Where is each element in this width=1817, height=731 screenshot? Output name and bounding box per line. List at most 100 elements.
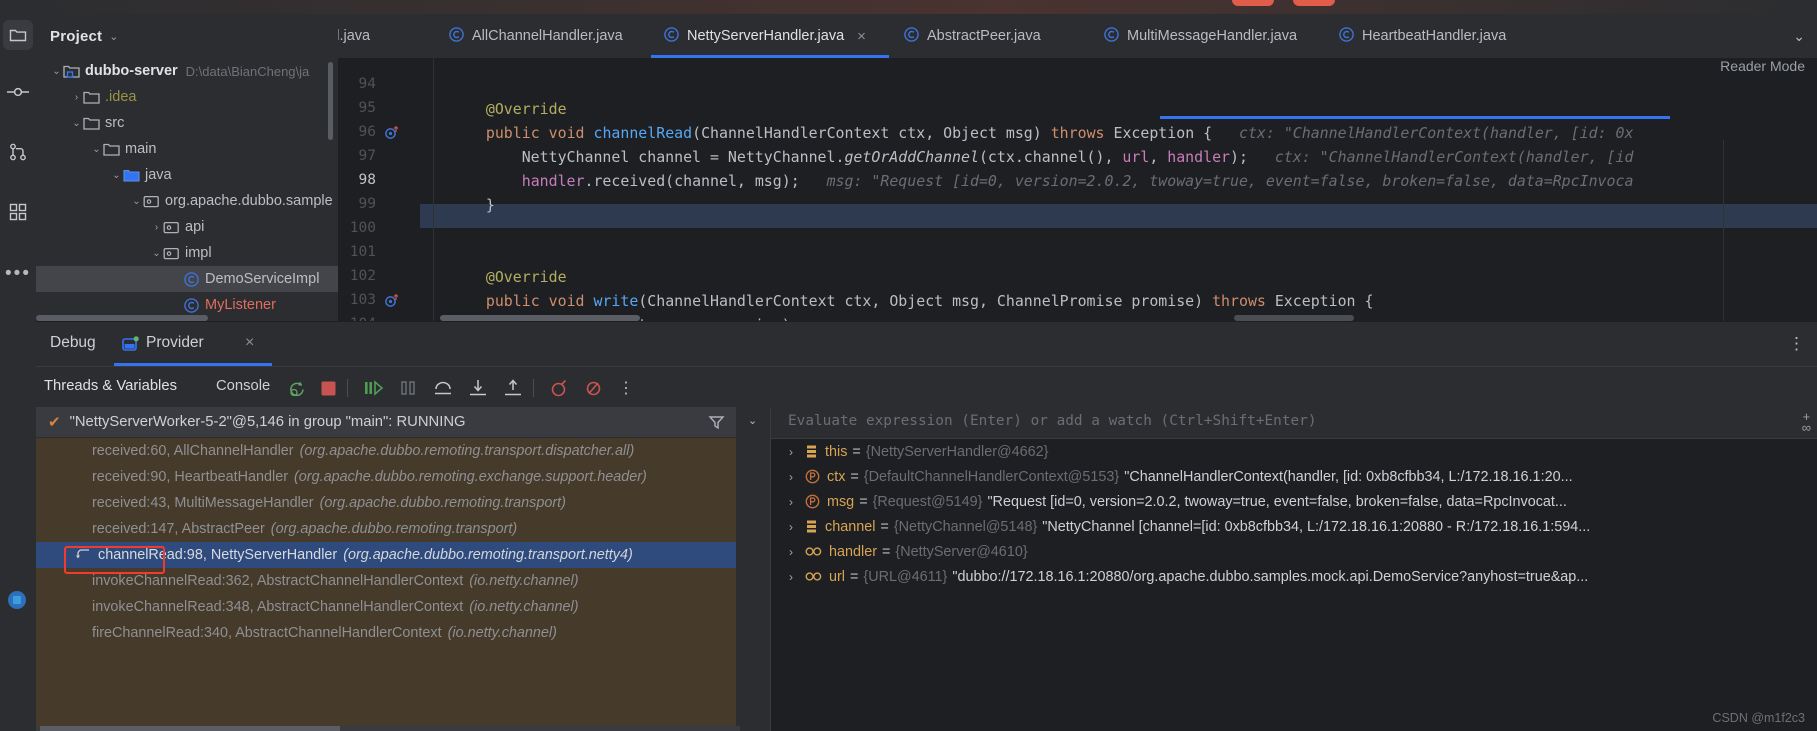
chevron-down-icon[interactable]: ⌄ xyxy=(70,118,83,129)
project-tree[interactable]: ⌄ dubbo-server D:\data\BianCheng\ja › .idea ⌄… xyxy=(36,58,338,321)
frame-row-current[interactable]: channelRead:98, NettyServerHandler (org.a… xyxy=(36,542,736,568)
code-editor[interactable]: 94 95 96 97 98 99 100 101 102 103 104 @Override pu… xyxy=(338,58,1817,321)
tree-item[interactable]: ⌄ src xyxy=(36,110,338,136)
project-tree-scrollbar[interactable] xyxy=(328,62,333,140)
editor-tab[interactable]: MultiMessageHandler.java xyxy=(1103,14,1297,58)
resume-program-button[interactable] xyxy=(361,376,385,400)
commit-tool-icon[interactable] xyxy=(0,72,36,112)
chevron-right-icon[interactable]: › xyxy=(789,445,805,459)
tab-debug[interactable]: Debug xyxy=(50,334,96,352)
project-tree-hscrollbar[interactable] xyxy=(36,315,208,321)
override-marker-icon[interactable] xyxy=(384,293,399,313)
variable-row[interactable]: › this = {NettyServerHandler@4662} xyxy=(771,439,1817,464)
editor-tab-bar[interactable]: ⌄ eImpl.java AllChannelHandler.java NettyS… xyxy=(338,14,1817,58)
tab-overflow-chevron-icon[interactable]: ⌄ xyxy=(1793,28,1805,45)
chevron-right-icon[interactable]: › xyxy=(789,470,805,484)
view-breakpoints-button[interactable] xyxy=(546,376,570,400)
editor-tab[interactable]: HeartbeatHandler.java xyxy=(1338,14,1506,58)
folder-icon xyxy=(103,142,120,157)
reader-mode-label[interactable]: Reader Mode xyxy=(1720,58,1805,74)
frame-row[interactable]: received:60, AllChannelHandler (org.apach… xyxy=(36,438,736,464)
editor-hscrollbar-secondary[interactable] xyxy=(1234,315,1354,321)
frame-package: (org.apache.dubbo.remoting.transport) xyxy=(270,521,518,537)
chevron-down-icon[interactable]: ⌄ xyxy=(50,66,63,77)
variable-row[interactable]: › handler = {NettyServer@4610} xyxy=(771,539,1817,564)
frames-list[interactable]: received:60, AllChannelHandler (org.apach… xyxy=(36,438,736,731)
tree-item[interactable]: › .idea xyxy=(36,84,338,110)
code-line[interactable]: } xyxy=(450,196,495,214)
chevron-down-icon[interactable]: ⌄ xyxy=(109,30,118,43)
more-options-button[interactable]: ⋮ xyxy=(614,376,638,400)
evaluate-expression-bar[interactable]: Evaluate expression (Enter) or add a wat… xyxy=(771,407,1817,438)
editor-gutter[interactable]: 94 95 96 97 98 99 100 101 102 103 104 xyxy=(338,58,420,321)
chevron-right-icon[interactable]: › xyxy=(70,92,83,103)
code-line[interactable]: handler.received(channel, msg); msg: "Re… xyxy=(450,172,1634,190)
chevron-right-icon[interactable]: › xyxy=(789,520,805,534)
pull-requests-icon[interactable] xyxy=(0,132,36,172)
toolbar-divider-1 xyxy=(347,379,348,397)
tree-item[interactable]: › api xyxy=(36,214,338,240)
thread-selector-row[interactable]: ✔ "NettyServerWorker-5-2"@5,146 in group… xyxy=(36,407,736,437)
step-out-button[interactable] xyxy=(501,376,525,400)
close-icon[interactable]: × xyxy=(857,28,866,45)
variables-tree[interactable]: › this = {NettyServerHandler@4662} › ctx = {Def… xyxy=(771,439,1817,731)
variable-row[interactable]: › msg = {Request@5149} "Request [id=0, versi… xyxy=(771,489,1817,514)
more-tool-windows-icon[interactable]: ••• xyxy=(0,254,36,294)
package-icon xyxy=(143,194,160,209)
code-line[interactable]: @Override xyxy=(450,100,567,118)
tab-console[interactable]: Console xyxy=(216,378,270,394)
frame-row[interactable]: fireChannelRead:340, AbstractChannelHand… xyxy=(36,620,736,646)
frame-row[interactable]: received:90, HeartbeatHandler (org.apache… xyxy=(36,464,736,490)
project-tool-icon[interactable] xyxy=(3,20,33,50)
close-icon[interactable]: × xyxy=(245,334,254,352)
variable-row[interactable]: › url = {URL@4611} "dubbo://172.18.16.1:2088… xyxy=(771,564,1817,589)
tree-item[interactable]: ⌄ main xyxy=(36,136,338,162)
frame-row[interactable]: received:43, MultiMessageHandler (org.apa… xyxy=(36,490,736,516)
rerun-debug-button[interactable] xyxy=(284,376,308,400)
editor-tab[interactable]: AbstractPeer.java xyxy=(903,14,1041,58)
folder-icon xyxy=(83,90,100,105)
chevron-right-icon[interactable]: › xyxy=(150,222,163,233)
editor-tab[interactable]: eImpl.java xyxy=(338,14,370,58)
chevron-down-icon[interactable]: ⌄ xyxy=(110,170,123,181)
editor-tab[interactable]: AllChannelHandler.java xyxy=(448,14,623,58)
chevron-right-icon[interactable]: › xyxy=(789,570,805,584)
tab-threads-and-variables[interactable]: Threads & Variables xyxy=(44,378,177,394)
chevron-down-icon[interactable]: ⌄ xyxy=(150,248,163,259)
pause-program-button[interactable] xyxy=(396,376,420,400)
tree-item[interactable]: ⌄ org.apache.dubbo.sample xyxy=(36,188,338,214)
override-marker-icon[interactable] xyxy=(384,125,399,145)
code-line[interactable]: public void write(ChannelHandlerContext … xyxy=(450,292,1374,310)
tab-provider[interactable]: Provider xyxy=(146,334,204,352)
tree-item[interactable]: ⌄ impl xyxy=(36,240,338,266)
thread-dropdown-chevron-icon[interactable]: ⌄ xyxy=(748,414,757,427)
code-line[interactable]: NettyChannel channel = NettyChannel.getO… xyxy=(450,148,1634,166)
editor-hscrollbar[interactable] xyxy=(440,315,640,321)
thread-status-check-icon: ✔ xyxy=(48,414,61,431)
frames-hscrollbar-thumb[interactable] xyxy=(40,726,340,731)
code-line[interactable]: @Override xyxy=(450,268,567,286)
step-into-button[interactable] xyxy=(466,376,490,400)
stop-button[interactable] xyxy=(316,376,340,400)
frame-row[interactable]: received:147, AbstractPeer (org.apache.du… xyxy=(36,516,736,542)
variable-row[interactable]: › ctx = {DefaultChannelHandlerContext@5153}… xyxy=(771,464,1817,489)
add-watch-icon[interactable]: + ∞ xyxy=(1802,410,1811,434)
tree-item[interactable]: ⌄ dubbo-server D:\data\BianCheng\ja xyxy=(36,58,338,84)
mute-breakpoints-button[interactable] xyxy=(581,376,605,400)
chevron-right-icon[interactable]: › xyxy=(789,495,805,509)
filter-frames-icon[interactable] xyxy=(708,414,725,436)
chevron-down-icon[interactable]: ⌄ xyxy=(90,144,103,155)
chevron-right-icon[interactable]: › xyxy=(789,545,805,559)
variable-row[interactable]: › channel = {NettyChannel@5148} "NettyChanne… xyxy=(771,514,1817,539)
tree-item[interactable]: ⌄ java xyxy=(36,162,338,188)
editor-tab[interactable]: NettyServerHandler.java × xyxy=(663,14,866,58)
tree-item-selected[interactable]: ›DemoServiceImpl xyxy=(36,266,338,292)
step-over-button[interactable] xyxy=(431,376,455,400)
structure-icon[interactable] xyxy=(0,192,36,232)
debug-options-kebab-icon[interactable]: ⋮ xyxy=(1788,334,1805,354)
frame-row[interactable]: invokeChannelRead:362, AbstractChannelHa… xyxy=(36,568,736,594)
code-line[interactable]: public void channelRead(ChannelHandlerCo… xyxy=(450,124,1634,142)
frame-row[interactable]: invokeChannelRead:348, AbstractChannelHa… xyxy=(36,594,736,620)
chevron-down-icon[interactable]: ⌄ xyxy=(130,196,143,207)
ide-status-badge-icon[interactable] xyxy=(4,587,30,613)
